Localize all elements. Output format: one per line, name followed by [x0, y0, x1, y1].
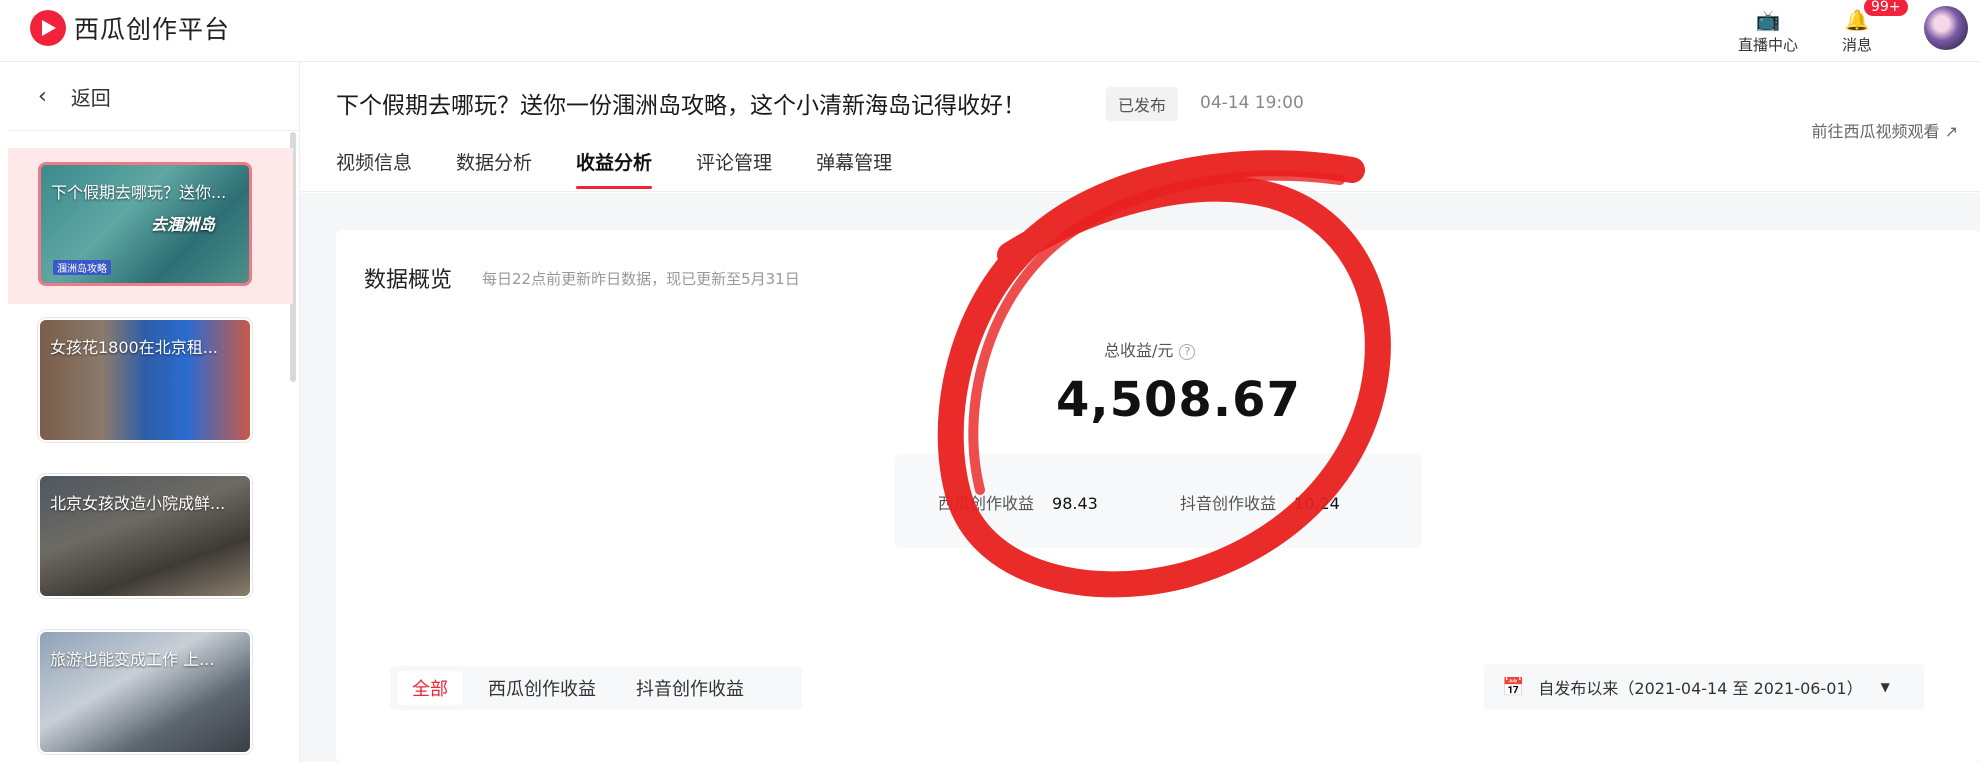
xigua-logo-icon: [30, 10, 66, 46]
chevron-left-icon: ‹: [38, 84, 47, 109]
video-thumbnail-title: 旅游也能变成工作 上...: [50, 650, 215, 669]
breakdown-label: 抖音创作收益: [1180, 494, 1277, 513]
video-list-item[interactable]: 北京女孩改造小院成鲜...: [8, 460, 293, 616]
total-revenue-label: 总收益/元?: [1104, 337, 1196, 361]
tab-comment-management[interactable]: 评论管理: [696, 148, 772, 189]
total-revenue-value: 4,508.67: [1056, 372, 1301, 428]
date-range-picker[interactable]: 📅 自发布以来（2021-04-14 至 2021-06-01） ▼: [1484, 664, 1924, 710]
question-mark-icon[interactable]: ?: [1179, 344, 1196, 360]
caret-down-icon: ▼: [1880, 680, 1890, 694]
video-header: 下个假期去哪玩？送你一份涠洲岛攻略，这个小清新海岛记得收好！ 已发布 04-14…: [300, 62, 1980, 192]
thumbnail-tag: 涠洲岛攻略: [53, 260, 111, 275]
messages-label: 消息: [1842, 36, 1873, 54]
filter-xigua-revenue[interactable]: 西瓜创作收益: [474, 671, 610, 705]
date-range-text: 自发布以来（2021-04-14 至 2021-06-01）: [1538, 679, 1863, 698]
messages-badge: 99+: [1864, 0, 1908, 16]
tab-video-info[interactable]: 视频信息: [336, 148, 412, 189]
section-title: 数据概览: [364, 268, 453, 293]
avatar[interactable]: [1924, 6, 1968, 50]
filter-douyin-revenue[interactable]: 抖音创作收益: [622, 671, 758, 705]
back-button[interactable]: ‹ 返回: [38, 82, 111, 111]
breakdown-value: 10.24: [1294, 494, 1340, 513]
top-bar: 西瓜创作平台 📺 直播中心 🔔 消息 99+: [0, 0, 1980, 62]
total-revenue-label-text: 总收益/元: [1104, 341, 1174, 360]
tv-icon: 📺: [1755, 8, 1781, 32]
video-thumbnail: 旅游也能变成工作 上...: [38, 630, 252, 754]
revenue-breakdown: 西瓜创作收益 98.43 抖音创作收益 10.24: [894, 454, 1422, 548]
revenue-filter-tabs: 全部 西瓜创作收益 抖音创作收益: [390, 666, 802, 710]
page-title: 下个假期去哪玩？送你一份涠洲岛攻略，这个小清新海岛记得收好！: [336, 93, 1026, 119]
thumbnail-overlay-text: 去涠洲岛: [151, 215, 216, 234]
status-badge: 已发布: [1106, 87, 1179, 121]
brand[interactable]: 西瓜创作平台: [30, 10, 230, 46]
tab-revenue-analysis[interactable]: 收益分析: [576, 148, 653, 189]
section-subtitle: 每日22点前更新昨日数据，现已更新至5月31日: [482, 270, 800, 288]
video-thumbnail: 下个假期去哪玩？送你... 去涠洲岛 涠洲岛攻略: [38, 162, 252, 286]
live-center-button[interactable]: 📺 直播中心: [1738, 8, 1798, 55]
publish-time: 04-14 19:00: [1200, 93, 1304, 113]
back-label: 返回: [70, 86, 111, 110]
video-thumbnail-title: 下个假期去哪玩？送你...: [51, 183, 227, 202]
open-in-xigua-link[interactable]: 前往西瓜视频观看 ↗: [1811, 118, 1958, 142]
live-center-label: 直播中心: [1738, 36, 1799, 54]
messages-button[interactable]: 🔔 消息: [1842, 8, 1872, 55]
sidebar: ‹ 返回 下个假期去哪玩？送你... 去涠洲岛 涠洲岛攻略 女孩花1800在北京…: [8, 62, 300, 762]
external-link-icon: ↗: [1944, 122, 1958, 141]
calendar-icon: 📅: [1502, 676, 1525, 698]
video-thumbnail-title: 北京女孩改造小院成鲜...: [50, 494, 226, 513]
video-thumbnail: 女孩花1800在北京租...: [38, 318, 252, 442]
filter-all[interactable]: 全部: [398, 671, 462, 705]
video-thumbnail: 北京女孩改造小院成鲜...: [38, 474, 252, 598]
breakdown-value: 98.43: [1052, 494, 1098, 513]
breakdown-item: 西瓜创作收益 98.43: [938, 490, 1098, 514]
breakdown-label: 西瓜创作收益: [938, 494, 1035, 513]
open-in-xigua-label: 前往西瓜视频观看: [1811, 122, 1940, 141]
video-list-item[interactable]: 女孩花1800在北京租...: [8, 304, 293, 460]
video-list-item[interactable]: 旅游也能变成工作 上...: [8, 616, 293, 762]
video-list-item[interactable]: 下个假期去哪玩？送你... 去涠洲岛 涠洲岛攻略: [8, 148, 293, 304]
tab-danmaku-management[interactable]: 弹幕管理: [816, 148, 892, 189]
tab-bar: 视频信息 数据分析 收益分析 评论管理 弹幕管理: [336, 148, 936, 189]
tab-data-analysis[interactable]: 数据分析: [456, 148, 532, 189]
video-thumbnail-title: 女孩花1800在北京租...: [50, 338, 218, 357]
breakdown-item: 抖音创作收益 10.24: [1180, 490, 1340, 514]
divider: [8, 130, 300, 131]
brand-name: 西瓜创作平台: [74, 15, 231, 44]
